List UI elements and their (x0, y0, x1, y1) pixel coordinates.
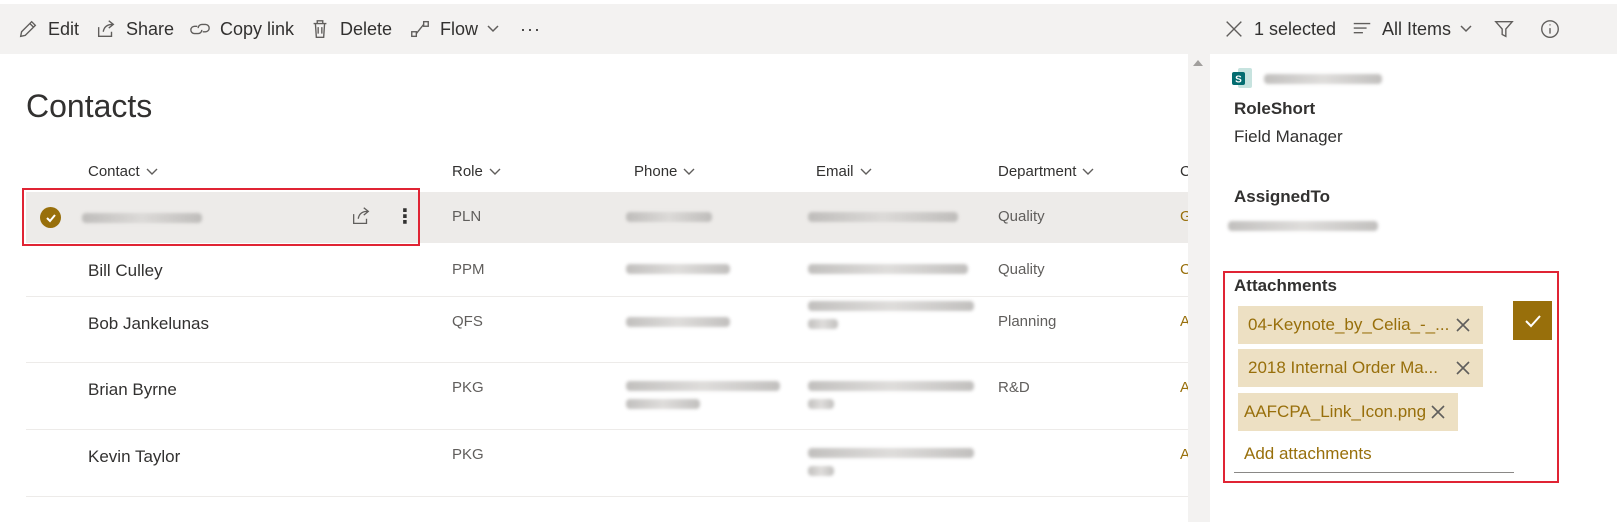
redacted-email (808, 448, 974, 458)
column-header-truncated[interactable]: C (1180, 150, 1188, 192)
role-cell: PKG (452, 379, 484, 396)
department-cell: Quality (998, 261, 1045, 278)
redacted-email (808, 212, 958, 222)
redacted-item-title (1264, 74, 1382, 84)
contact-name[interactable]: Kevin Taylor (88, 447, 180, 467)
table-row[interactable]: Brian Byrne PKG R&D A (26, 363, 1188, 430)
redacted-phone (626, 264, 730, 274)
department-cell: R&D (998, 379, 1030, 396)
share-icon (94, 17, 118, 41)
redacted-phone (626, 317, 730, 327)
table-row[interactable]: Kevin Taylor PKG A (26, 430, 1188, 497)
list-view-icon (1350, 17, 1374, 41)
column-header-email[interactable]: Email (816, 150, 872, 192)
edit-button[interactable]: Edit (16, 4, 79, 54)
list-scrollbar[interactable] (1188, 54, 1210, 522)
truncated-link-cell[interactable]: A (1180, 313, 1188, 330)
column-header-contact[interactable]: Contact (88, 150, 158, 192)
truncated-link-cell[interactable]: A (1180, 379, 1188, 396)
roleshort-value[interactable]: Field Manager (1234, 127, 1343, 147)
department-cell: Quality (998, 208, 1045, 225)
more-button[interactable]: ··· (520, 4, 541, 54)
column-header-phone[interactable]: Phone (634, 150, 695, 192)
selected-row-highlight (22, 188, 420, 246)
truncated-link-cell[interactable]: G (1180, 208, 1188, 225)
chevron-down-icon (486, 19, 500, 40)
info-button[interactable] (1538, 4, 1570, 54)
command-bar: Edit Share Copy link Delete Flow ··· 1 s… (0, 4, 1617, 54)
link-icon (188, 17, 212, 41)
clear-selection-button[interactable]: 1 selected (1222, 4, 1336, 54)
chevron-down-icon (860, 168, 872, 175)
contact-name[interactable]: Bob Jankelunas (88, 314, 209, 334)
filter-button[interactable] (1492, 4, 1524, 54)
redacted-phone (626, 381, 780, 391)
truncated-link-cell[interactable]: A (1180, 446, 1188, 463)
flow-icon (408, 17, 432, 41)
roleshort-label: RoleShort (1234, 99, 1316, 118)
role-cell: PLN (452, 208, 482, 225)
trash-icon (308, 17, 332, 41)
column-header-department[interactable]: Department (998, 150, 1094, 192)
sharepoint-icon: S (1232, 68, 1252, 88)
page-title: Contacts (26, 88, 153, 124)
view-selector[interactable]: All Items (1350, 4, 1473, 54)
redacted-email (808, 301, 974, 311)
selection-count: 1 selected (1254, 18, 1337, 39)
redacted-email (808, 319, 838, 329)
attachments-highlight (1223, 271, 1559, 483)
role-cell: PKG (452, 446, 484, 463)
chevron-down-icon (1082, 168, 1094, 175)
chevron-down-icon (146, 168, 158, 175)
contact-name[interactable]: Brian Byrne (88, 380, 177, 400)
chevron-down-icon (1459, 19, 1473, 40)
chevron-down-icon (683, 168, 695, 175)
role-cell: PPM (452, 261, 485, 278)
chevron-down-icon (489, 168, 501, 175)
redacted-phone (626, 212, 712, 222)
filter-icon (1492, 17, 1516, 41)
redacted-email (808, 381, 974, 391)
department-cell: Planning (998, 313, 1057, 330)
redacted-assigned-to (1228, 221, 1378, 231)
table-row[interactable]: Bob Jankelunas QFS Planning A (26, 297, 1188, 363)
flow-button[interactable]: Flow (408, 4, 500, 54)
svg-text:S: S (1235, 75, 1242, 86)
truncated-link-cell[interactable]: C (1180, 261, 1188, 278)
contact-name[interactable]: Bill Culley (88, 261, 163, 281)
assignedto-label: AssignedTo (1234, 187, 1331, 206)
copy-link-button[interactable]: Copy link (188, 4, 294, 54)
table-row[interactable]: Bill Culley PPM Quality C (26, 243, 1188, 297)
info-icon (1538, 17, 1562, 41)
redacted-phone (626, 399, 700, 409)
redacted-email (808, 264, 968, 274)
share-button[interactable]: Share (94, 4, 174, 54)
redacted-email (808, 399, 834, 409)
role-cell: QFS (452, 313, 483, 330)
scroll-up-arrow-icon[interactable] (1193, 60, 1203, 66)
redacted-email (808, 466, 834, 476)
close-icon (1222, 17, 1246, 41)
column-header-role[interactable]: Role (452, 150, 501, 192)
delete-button[interactable]: Delete (308, 4, 392, 54)
pencil-icon (16, 17, 40, 41)
